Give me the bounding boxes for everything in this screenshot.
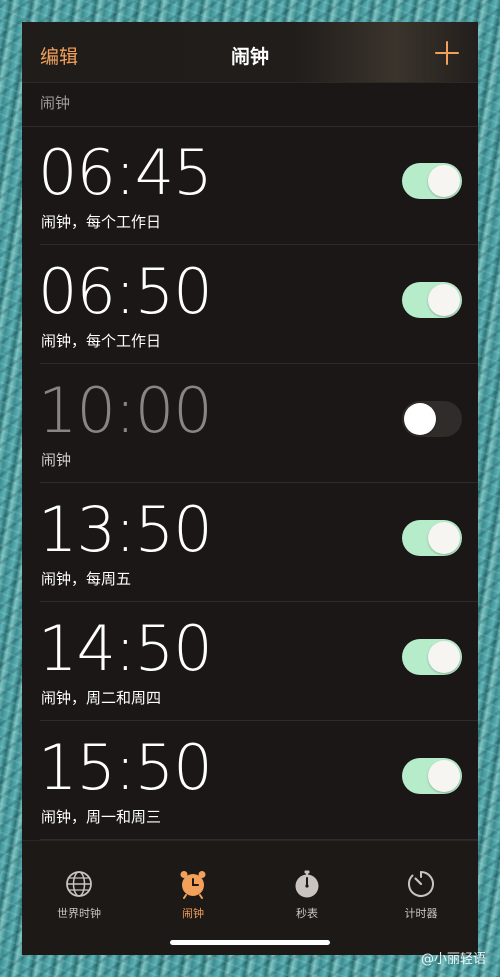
section-header: 闹钟 xyxy=(40,94,71,112)
watermark: @小丽轻语 xyxy=(420,952,486,967)
tab-stopwatch[interactable]: 秒表 xyxy=(250,869,364,929)
alarm-time: 14:50 xyxy=(38,612,213,685)
toggle-knob xyxy=(428,522,460,554)
toggle-knob xyxy=(404,403,436,435)
divider xyxy=(40,482,478,483)
alarm-label: 闹钟 xyxy=(41,451,72,469)
toggle-knob xyxy=(428,165,460,197)
alarm-row[interactable]: 14:50 闹钟，周二和周四 xyxy=(22,603,478,721)
alarm-time: 06:50 xyxy=(38,255,213,328)
alarm-label: 闹钟，每个工作日 xyxy=(41,332,162,350)
alarm-label: 闹钟，每个工作日 xyxy=(41,213,162,231)
tab-world-clock[interactable]: 世界时钟 xyxy=(22,869,136,929)
alarm-toggle[interactable] xyxy=(402,282,462,318)
tab-label: 计时器 xyxy=(404,907,438,920)
alarm-time: 13:50 xyxy=(38,493,213,566)
divider xyxy=(40,363,478,364)
alarm-time: 06:45 xyxy=(38,136,213,209)
tab-alarm[interactable]: 闹钟 xyxy=(136,869,250,929)
alarm-row[interactable]: 13:50 闹钟，每周五 xyxy=(22,484,478,602)
timer-icon xyxy=(408,871,434,897)
alarm-toggle[interactable] xyxy=(402,758,462,794)
tab-bar: 世界时钟 闹钟 秒表 计时器 xyxy=(22,840,478,955)
alarm-toggle[interactable] xyxy=(402,639,462,675)
home-indicator[interactable] xyxy=(170,940,330,945)
alarm-clock-icon xyxy=(180,871,206,899)
alarm-toggle[interactable] xyxy=(402,520,462,556)
tab-timer[interactable]: 计时器 xyxy=(364,869,478,929)
tab-label: 秒表 xyxy=(296,907,318,920)
alarm-label: 闹钟，周二和周四 xyxy=(41,689,162,707)
alarm-toggle[interactable] xyxy=(402,401,462,437)
alarm-row[interactable]: 15:50 闹钟，周一和周三 xyxy=(22,722,478,840)
divider xyxy=(40,244,478,245)
alarm-label: 闹钟，周一和周三 xyxy=(41,808,162,826)
toggle-knob xyxy=(428,641,460,673)
divider xyxy=(40,720,478,721)
alarm-time: 15:50 xyxy=(38,731,213,804)
toggle-knob xyxy=(428,284,460,316)
page-title: 闹钟 xyxy=(230,46,269,68)
alarm-row[interactable]: 06:45 闹钟，每个工作日 xyxy=(22,127,478,245)
tab-label: 世界时钟 xyxy=(57,907,101,920)
alarm-time: 10:00 xyxy=(38,374,213,447)
toggle-knob xyxy=(428,760,460,792)
globe-icon xyxy=(66,871,92,897)
alarm-label: 闹钟，每周五 xyxy=(41,570,132,588)
phone-screen: 编辑 闹钟 闹钟 06:45 闹钟，每个工作日 06:50 闹钟，每个工作日 1… xyxy=(22,22,478,955)
alarm-row[interactable]: 10:00 闹钟 xyxy=(22,365,478,483)
plus-icon[interactable] xyxy=(434,40,460,66)
stopwatch-icon xyxy=(295,870,319,898)
tab-label: 闹钟 xyxy=(182,907,204,920)
alarm-row[interactable]: 06:50 闹钟，每个工作日 xyxy=(22,246,478,364)
navigation-bar: 编辑 闹钟 xyxy=(22,22,478,83)
alarm-toggle[interactable] xyxy=(402,163,462,199)
divider xyxy=(40,601,478,602)
